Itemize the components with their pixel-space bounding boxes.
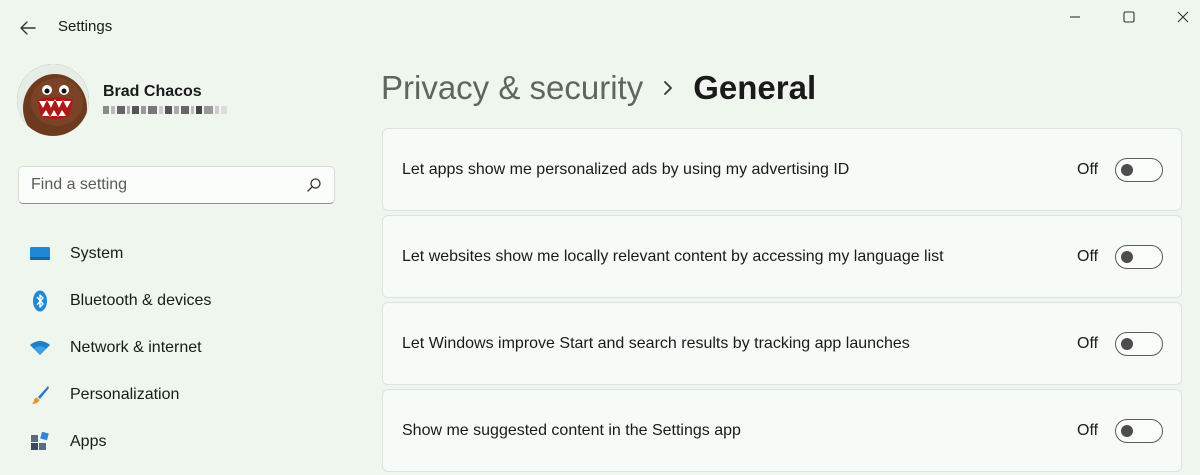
- nav-label-personalization: Personalization: [70, 386, 180, 403]
- nav-label-network-internet: Network & internet: [70, 339, 202, 356]
- user-email-redacted: [103, 104, 227, 116]
- bluetooth-icon: [28, 289, 52, 313]
- search-input[interactable]: [31, 167, 301, 203]
- back-arrow-icon: [20, 21, 36, 35]
- nav-item-apps[interactable]: Apps: [18, 422, 335, 462]
- chevron-right-icon: [663, 80, 673, 96]
- avatar[interactable]: [17, 64, 89, 136]
- setting-label: Let apps show me personalized ads by usi…: [402, 160, 850, 178]
- title-bar: Settings: [0, 0, 1200, 54]
- setting-label: Let websites show me locally relevant co…: [402, 247, 944, 265]
- setting-card-language-list: Let websites show me locally relevant co…: [382, 215, 1182, 298]
- toggle-knob: [1121, 424, 1133, 437]
- setting-card-app-launch-tracking: Let Windows improve Start and search res…: [382, 302, 1182, 385]
- toggle-suggested-content[interactable]: [1115, 418, 1163, 443]
- nav-item-bluetooth-devices[interactable]: Bluetooth & devices: [18, 281, 335, 321]
- nav-label-bluetooth-devices: Bluetooth & devices: [70, 292, 212, 309]
- setting-label: Show me suggested content in the Setting…: [402, 421, 741, 439]
- nav-label-system: System: [70, 245, 124, 262]
- wifi-icon: [28, 336, 52, 360]
- toggle-state-label: Off: [1077, 160, 1099, 178]
- apps-icon: [28, 430, 52, 454]
- nav-item-network-internet[interactable]: Network & internet: [18, 328, 335, 368]
- breadcrumb-parent[interactable]: Privacy & security: [381, 69, 643, 107]
- close-icon: [1177, 11, 1189, 23]
- setting-label: Let Windows improve Start and search res…: [402, 334, 910, 352]
- back-button[interactable]: [14, 14, 42, 42]
- toggle-knob: [1121, 163, 1133, 176]
- nav-item-system[interactable]: System: [18, 234, 335, 274]
- close-button[interactable]: [1156, 0, 1200, 34]
- toggle-app-launch-tracking[interactable]: [1115, 331, 1163, 356]
- avatar-image: [17, 64, 89, 136]
- toggle-state-label: Off: [1077, 421, 1099, 439]
- toggle-language-list[interactable]: [1115, 244, 1163, 269]
- toggle-state-label: Off: [1077, 334, 1099, 352]
- user-name: Brad Chacos: [103, 83, 202, 100]
- maximize-button[interactable]: [1102, 0, 1156, 34]
- setting-card-suggested-content: Show me suggested content in the Setting…: [382, 389, 1182, 472]
- app-title: Settings: [58, 18, 113, 35]
- system-icon: [28, 242, 52, 266]
- maximize-icon: [1123, 11, 1135, 23]
- search-box: [18, 166, 335, 204]
- minimize-button[interactable]: [1048, 0, 1102, 34]
- brush-icon: [28, 383, 52, 407]
- toggle-knob: [1121, 337, 1133, 350]
- toggle-advertising-id[interactable]: [1115, 157, 1163, 182]
- nav-item-personalization[interactable]: Personalization: [18, 375, 335, 415]
- breadcrumb: Privacy & security General: [381, 66, 816, 110]
- nav-label-apps: Apps: [70, 433, 107, 450]
- toggle-knob: [1121, 250, 1133, 263]
- toggle-state-label: Off: [1077, 247, 1099, 265]
- minimize-icon: [1070, 16, 1080, 18]
- page-title: General: [693, 69, 817, 106]
- user-profile: Brad Chacos: [17, 64, 347, 136]
- search-icon[interactable]: [306, 177, 322, 193]
- setting-card-advertising-id: Let apps show me personalized ads by usi…: [382, 128, 1182, 211]
